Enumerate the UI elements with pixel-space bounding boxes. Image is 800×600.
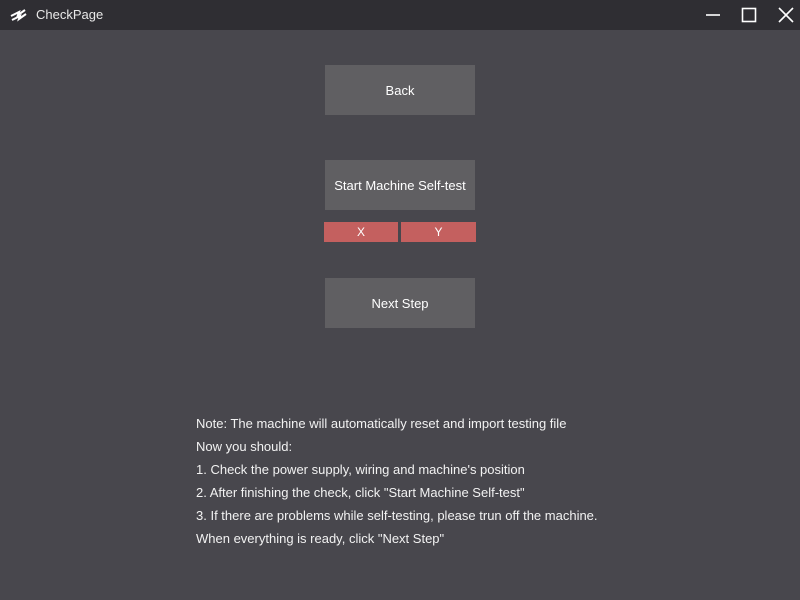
instructions-text: Note: The machine will automatically res…: [196, 412, 756, 550]
close-button[interactable]: [774, 4, 798, 26]
back-button[interactable]: Back: [325, 65, 475, 115]
next-step-button[interactable]: Next Step: [325, 278, 475, 328]
minimize-icon: [706, 14, 720, 16]
instruction-line: Now you should:: [196, 439, 293, 454]
maximize-icon: [741, 7, 757, 23]
instruction-line: 1. Check the power supply, wiring and ma…: [196, 462, 525, 477]
window-title: CheckPage: [36, 7, 104, 22]
instruction-line: 2. After finishing the check, click "Sta…: [196, 485, 525, 500]
y-axis-status-badge: Y: [401, 222, 476, 242]
x-axis-status-badge: X: [324, 222, 398, 242]
minimize-button[interactable]: [701, 4, 725, 26]
app-logo-icon: [10, 7, 28, 23]
instruction-line: 3. If there are problems while self-test…: [196, 508, 598, 523]
note-line: Note: The machine will automatically res…: [196, 416, 567, 431]
check-page-window: CheckPage Back Start Machine Self-test X…: [0, 0, 800, 600]
title-bar: CheckPage: [0, 0, 800, 30]
start-self-test-button[interactable]: Start Machine Self-test: [325, 160, 475, 210]
maximize-button[interactable]: [737, 4, 761, 26]
close-icon: [778, 7, 794, 23]
instruction-line: When everything is ready, click "Next St…: [196, 531, 445, 546]
